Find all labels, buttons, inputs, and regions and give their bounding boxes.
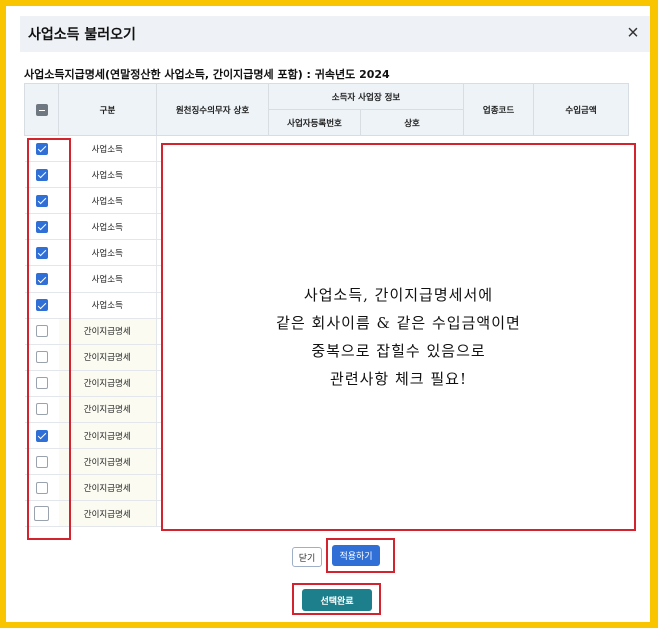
row-gubun: 사업소득 [58, 265, 157, 293]
row-checkbox[interactable] [35, 351, 48, 364]
row-checkbox[interactable] [35, 273, 48, 286]
apply-button[interactable]: 적용하기 [332, 545, 380, 566]
row-checkbox-cell [24, 422, 59, 450]
header-business-name: 상호 [359, 109, 465, 136]
row-gubun: 사업소득 [58, 187, 157, 215]
row-checkbox[interactable] [35, 403, 48, 416]
row-checkbox-cell [24, 135, 59, 163]
close-button[interactable]: 닫기 [292, 547, 322, 567]
close-icon[interactable]: × [622, 22, 644, 44]
annotation-note-box: 사업소득, 간이지급명세서에 같은 회사이름 & 같은 수입금액이면 중복으로 … [161, 143, 636, 531]
row-checkbox[interactable] [35, 325, 48, 338]
select-complete-button[interactable]: 선택완료 [302, 589, 372, 611]
row-checkbox-cell [24, 344, 59, 371]
row-gubun: 사업소득 [58, 135, 157, 163]
row-checkbox[interactable] [35, 299, 48, 312]
row-checkbox[interactable] [35, 194, 48, 207]
row-gubun: 사업소득 [58, 213, 157, 241]
row-checkbox-cell [24, 265, 59, 293]
row-checkbox-cell [24, 239, 59, 267]
row-checkbox-cell [24, 292, 59, 319]
select-all-header [24, 83, 59, 136]
row-gubun: 간이지급명세 [58, 422, 157, 450]
row-checkbox[interactable] [35, 429, 48, 442]
row-checkbox[interactable] [35, 481, 48, 494]
row-gubun: 사업소득 [58, 161, 157, 189]
header-industry-code: 업종코드 [463, 83, 535, 136]
row-gubun: 간이지급명세 [58, 500, 157, 528]
row-checkbox-cell [24, 370, 59, 397]
row-checkbox[interactable] [35, 246, 48, 259]
dialog-header: 사업소득 불러오기 × [20, 16, 650, 52]
row-checkbox-cell [24, 448, 59, 476]
row-checkbox-cell [24, 187, 59, 215]
row-gubun: 간이지급명세 [58, 448, 157, 476]
row-gubun: 사업소득 [58, 239, 157, 267]
header-business-number: 사업자등록번호 [268, 109, 361, 136]
note-line: 관련사항 체크 필요! [330, 370, 467, 388]
row-gubun: 사업소득 [58, 292, 157, 319]
row-checkbox-cell [24, 318, 59, 345]
header-business-info: 소득자 사업장 정보 [267, 83, 465, 110]
row-checkbox-cell [24, 213, 59, 241]
section-subtitle: 사업소득지급명세(연말정산한 사업소득, 간이지급명세 포함) : 귀속년도 2… [24, 68, 390, 81]
note-line: 중복으로 잡힐수 있음으로 [311, 342, 486, 360]
row-checkbox[interactable] [35, 142, 48, 155]
load-business-income-dialog: 사업소득 불러오기 × 사업소득지급명세(연말정산한 사업소득, 간이지급명세 … [6, 6, 650, 622]
header-payer: 원천징수의무자 상호 [156, 83, 269, 136]
note-line: 같은 회사이름 & 같은 수입금액이면 [276, 314, 521, 332]
row-checkbox-cell [24, 161, 59, 189]
row-checkbox[interactable] [35, 220, 48, 233]
header-gubun: 구분 [58, 83, 157, 136]
row-checkbox[interactable] [35, 168, 48, 181]
row-gubun: 간이지급명세 [58, 344, 157, 371]
row-checkbox[interactable] [35, 377, 48, 390]
row-checkbox-cell [24, 474, 59, 502]
row-checkbox-cell [24, 500, 59, 528]
row-gubun: 간이지급명세 [58, 370, 157, 397]
note-line: 사업소득, 간이지급명세서에 [303, 286, 494, 304]
row-gubun: 간이지급명세 [58, 474, 157, 502]
row-checkbox[interactable] [34, 506, 49, 522]
row-checkbox-cell [24, 396, 59, 424]
row-gubun: 간이지급명세 [58, 396, 157, 424]
row-checkbox[interactable] [35, 455, 48, 468]
select-all-checkbox[interactable] [35, 103, 48, 116]
dialog-title: 사업소득 불러오기 [28, 27, 136, 43]
row-gubun: 간이지급명세 [58, 318, 157, 345]
header-income-amount: 수입금액 [533, 83, 630, 136]
